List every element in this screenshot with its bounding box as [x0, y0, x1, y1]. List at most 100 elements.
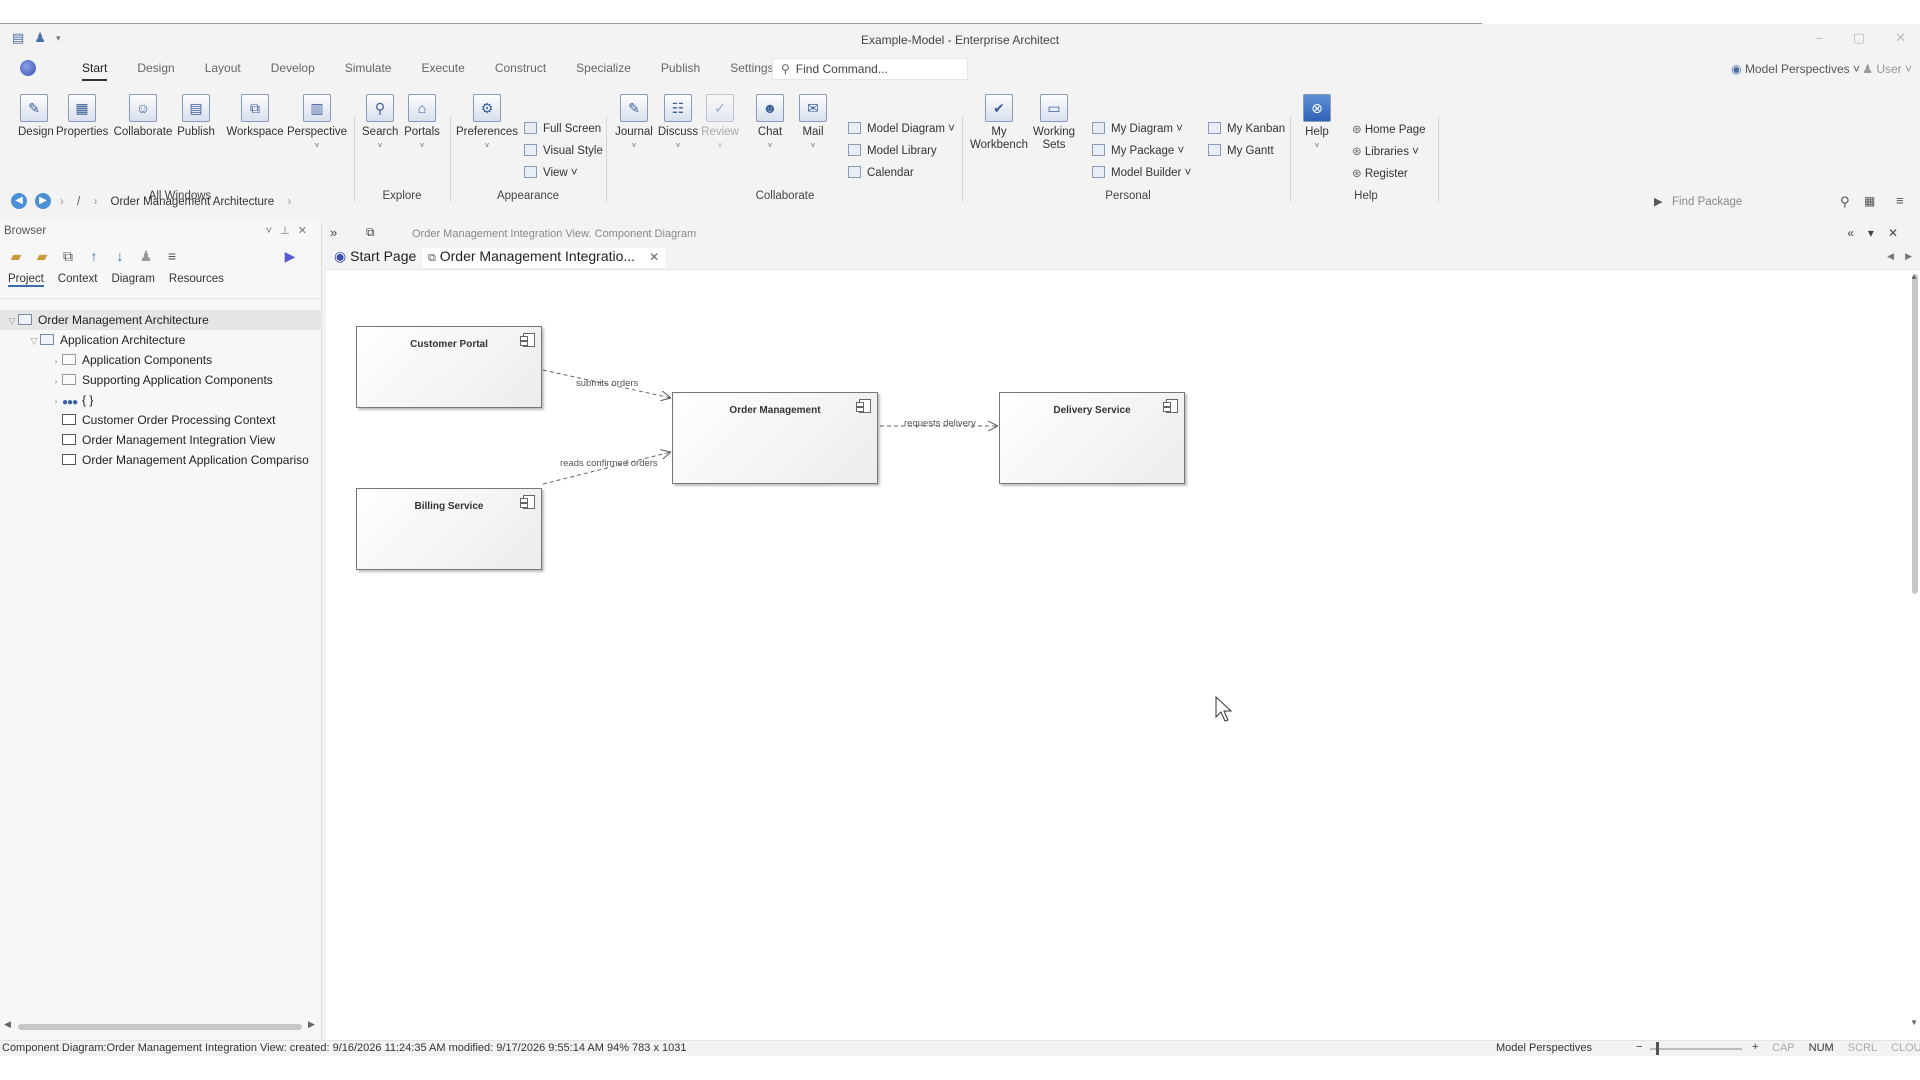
breadcrumb-root[interactable]: /	[77, 196, 80, 208]
publish-button[interactable]: ▤ Publish	[176, 94, 216, 139]
ea-logo-icon[interactable]	[20, 60, 36, 76]
my-diagram-button[interactable]: My Diagram ˅	[1092, 122, 1183, 135]
perspective-button[interactable]: ▥ Perspective ˅	[286, 94, 348, 152]
zoom-slider-handle[interactable]	[1655, 1042, 1659, 1055]
chevron-down-icon[interactable]: ▽	[28, 331, 40, 350]
model-library-button[interactable]: Model Library	[848, 144, 937, 157]
close-icon[interactable]: ✕	[1888, 226, 1912, 240]
list-menu-icon[interactable]: ≡	[164, 248, 180, 265]
close-icon[interactable]: ✕	[298, 225, 315, 237]
close-tab-icon[interactable]: ✕	[649, 250, 659, 264]
tab-integration-view[interactable]: ⧉ Order Management Integratio... ✕	[422, 248, 666, 268]
breadcrumb-item[interactable]: Order Management Architecture	[111, 196, 275, 208]
working-sets-button[interactable]: ▭ Working Sets	[1030, 94, 1078, 152]
browser-tab-diagram[interactable]: Diagram	[111, 273, 154, 287]
chevron-right-icon[interactable]: ›	[50, 371, 62, 390]
find-command-box[interactable]: ⚲ Find Command...	[772, 58, 968, 80]
tab-start[interactable]: Start	[82, 61, 108, 81]
scroll-right-icon[interactable]: ▶	[308, 1019, 315, 1030]
tree-item[interactable]: ▽ Order Management Architecture	[0, 310, 322, 330]
scroll-left-icon[interactable]: ◀	[4, 1019, 11, 1030]
scroll-down-icon[interactable]: ▼	[1910, 1018, 1918, 1027]
tab-design[interactable]: Design	[137, 61, 174, 81]
tree-item[interactable]: › Application Components	[0, 350, 322, 370]
properties-button[interactable]: ▦ Properties	[56, 94, 108, 139]
tab-settings[interactable]: Settings	[730, 61, 773, 81]
locate-icon[interactable]: ♟	[138, 248, 154, 265]
home-page-button[interactable]: ⊛ Home Page	[1352, 122, 1426, 136]
zoom-in-icon[interactable]: +	[1752, 1041, 1758, 1053]
find-icon[interactable]: ⚲	[1840, 194, 1850, 210]
my-workbench-button[interactable]: ✔ My Workbench	[968, 94, 1030, 152]
component-customer-portal[interactable]: Customer Portal	[356, 326, 542, 408]
expand-arrow-icon[interactable]: ▶	[282, 248, 298, 265]
visual-style-button[interactable]: Visual Style	[524, 144, 603, 157]
dropdown-icon[interactable]: ˅	[266, 225, 280, 237]
status-model-perspectives[interactable]: Model Perspectives	[1496, 1042, 1592, 1054]
my-package-button[interactable]: My Package ˅	[1092, 144, 1184, 157]
pin-icon[interactable]: ⊥	[280, 225, 298, 237]
browser-tab-context[interactable]: Context	[58, 273, 98, 287]
find-package-box[interactable]: ▶ Find Package	[1654, 193, 1844, 213]
model-perspectives-menu[interactable]: ◉ Model Perspectives ˅	[1731, 62, 1860, 76]
model-builder-button[interactable]: Model Builder ˅	[1092, 166, 1191, 179]
collapse-icon[interactable]: «	[1847, 226, 1868, 240]
move-up-icon[interactable]: ↑	[86, 248, 102, 265]
portals-button[interactable]: ⌂ Portals ˅	[402, 94, 442, 152]
tab-execute[interactable]: Execute	[421, 61, 464, 81]
maximize-icon[interactable]: ▢	[1853, 30, 1865, 46]
tab-layout[interactable]: Layout	[205, 61, 241, 81]
browser-tab-project[interactable]: Project	[8, 273, 44, 287]
component-delivery-service[interactable]: Delivery Service	[999, 392, 1185, 484]
diagram-canvas[interactable]: Customer Portal Billing Service Order Ma…	[326, 270, 1906, 1040]
my-gantt-button[interactable]: My Gantt	[1208, 144, 1274, 157]
model-diagram-button[interactable]: Model Diagram ˅	[848, 122, 955, 135]
design-button[interactable]: ✎ Design	[18, 94, 54, 139]
tab-construct[interactable]: Construct	[495, 61, 546, 81]
tab-publish[interactable]: Publish	[661, 61, 700, 81]
tab-simulate[interactable]: Simulate	[345, 61, 392, 81]
journal-button[interactable]: ✎ Journal ˅	[614, 94, 654, 152]
calendar-button[interactable]: Calendar	[848, 166, 914, 179]
close-window-icon[interactable]: ✕	[1895, 30, 1906, 46]
tab-scroll-right-icon[interactable]: ▶	[1905, 251, 1912, 262]
collaborate-button[interactable]: ☺ Collaborate	[112, 94, 174, 139]
browser-tab-resources[interactable]: Resources	[169, 273, 224, 287]
component-order-management[interactable]: Order Management	[672, 392, 878, 484]
full-screen-button[interactable]: Full Screen	[524, 122, 601, 135]
chat-button[interactable]: ☻ Chat ˅	[752, 94, 788, 152]
grid-view-icon[interactable]: ▦	[1864, 194, 1875, 208]
scroll-thumb[interactable]	[18, 1024, 302, 1030]
zoom-out-icon[interactable]: −	[1636, 1041, 1642, 1053]
move-down-icon[interactable]: ↓	[112, 248, 128, 265]
libraries-button[interactable]: ⊛ Libraries ˅	[1352, 144, 1419, 158]
tab-develop[interactable]: Develop	[271, 61, 315, 81]
dropdown-icon[interactable]: ▾	[1868, 226, 1888, 240]
tree-item[interactable]: Order Management Application Compariso	[0, 450, 322, 470]
new-diagram-icon[interactable]: ⧉	[60, 248, 76, 265]
scroll-up-icon[interactable]: ▲	[1910, 272, 1918, 281]
hamburger-menu-icon[interactable]: ≡	[1896, 193, 1904, 208]
forward-icon[interactable]: ▶	[35, 193, 51, 209]
component-billing-service[interactable]: Billing Service	[356, 488, 542, 570]
search-button[interactable]: ⚲ Search ˅	[362, 94, 398, 152]
mail-button[interactable]: ✉ Mail ˅	[796, 94, 830, 152]
vertical-scrollbar[interactable]	[1912, 274, 1918, 594]
minimize-icon[interactable]: –	[1816, 30, 1823, 46]
tree-item[interactable]: ▽ Application Architecture	[0, 330, 322, 350]
tree-item[interactable]: › Supporting Application Components	[0, 370, 322, 390]
help-button[interactable]: ⊗ Help ˅	[1302, 94, 1332, 152]
tab-start-page[interactable]: ◉ Start Page	[328, 248, 422, 268]
view-button[interactable]: View ˅	[524, 166, 578, 179]
my-kanban-button[interactable]: My Kanban	[1208, 122, 1285, 135]
chevron-right-icon[interactable]: ›	[50, 391, 62, 410]
expand-icon[interactable]: »	[330, 225, 337, 240]
register-button[interactable]: ⊛ Register	[1352, 166, 1408, 180]
discuss-button[interactable]: ☷ Discuss ˅	[656, 94, 700, 152]
user-menu[interactable]: ♟ User ˅	[1862, 62, 1912, 76]
chevron-down-icon[interactable]: ▽	[6, 311, 18, 330]
tab-specialize[interactable]: Specialize	[576, 61, 631, 81]
chevron-right-icon[interactable]: ›	[50, 351, 62, 370]
back-icon[interactable]: ◀	[11, 193, 27, 209]
tab-scroll-left-icon[interactable]: ◀	[1887, 251, 1894, 262]
